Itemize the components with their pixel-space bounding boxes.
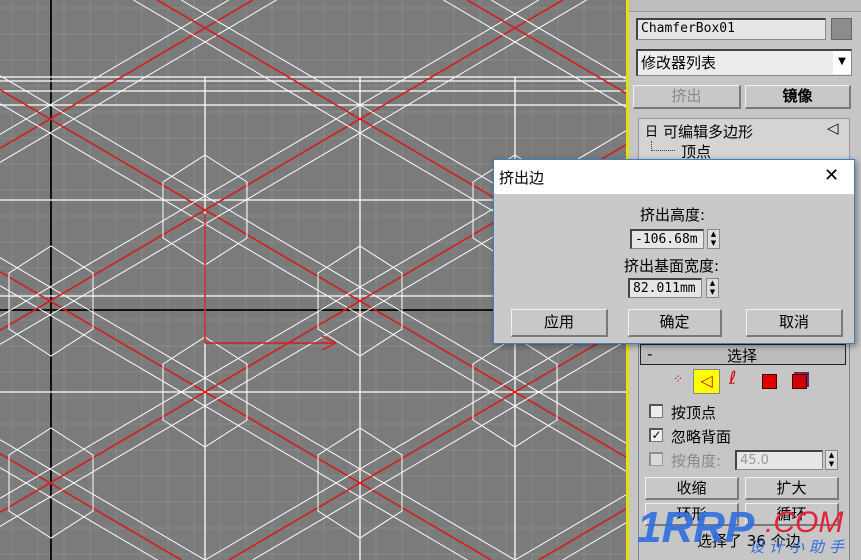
extrude-height-label: 挤出高度:	[640, 206, 706, 224]
stack-item-editable-poly[interactable]: 可编辑多边形	[663, 121, 753, 142]
by-angle-checkbox[interactable]	[649, 452, 663, 466]
extrude-button[interactable]: 挤出	[633, 85, 741, 109]
wire-edge	[204, 312, 626, 560]
extrude-width-spinner[interactable]: ▲ ▼	[706, 278, 719, 298]
selection-status: 选择了 36 个边	[697, 532, 801, 550]
rollout-title: 选择	[727, 347, 758, 365]
extrude-height-field[interactable]: -106.68m	[630, 229, 704, 249]
shrink-button[interactable]: 收缩	[645, 477, 739, 500]
selected-edge	[0, 0, 564, 332]
collapse-sign: -	[647, 345, 653, 363]
angle-field[interactable]: 45.0	[735, 450, 823, 470]
selected-edge	[466, 0, 626, 94]
extrude-width-label: 挤出基面宽度:	[624, 257, 720, 275]
by-angle-label: 按角度:	[671, 452, 722, 470]
object-color-swatch[interactable]	[831, 18, 852, 40]
ok-button[interactable]: 确定	[628, 309, 722, 337]
element-level-icon[interactable]	[792, 374, 807, 389]
angle-spinner[interactable]: ▲ ▼	[825, 450, 838, 470]
by-vertex-checkbox[interactable]	[649, 404, 663, 418]
by-vertex-label: 按顶点	[671, 404, 717, 422]
cancel-button[interactable]: 取消	[746, 309, 843, 337]
edge-level-icon[interactable]: ◁	[693, 369, 720, 394]
border-level-icon[interactable]: ℓ	[729, 368, 736, 389]
ring-button[interactable]: 环形	[645, 503, 739, 526]
panel-tabs[interactable]	[629, 0, 861, 12]
selected-edge	[228, 326, 626, 560]
grow-button[interactable]: 扩大	[745, 477, 839, 500]
collapse-icon[interactable]: 日	[645, 121, 658, 140]
selection-rollout-header[interactable]: - 选择	[640, 344, 846, 365]
polygon-level-icon[interactable]	[762, 374, 777, 389]
apply-button[interactable]: 应用	[511, 309, 608, 337]
wire-edge	[0, 467, 158, 560]
selected-edge	[0, 452, 182, 560]
mirror-button[interactable]: 镜像	[745, 85, 851, 109]
wire-edge	[0, 285, 468, 560]
dialog-title: 挤出边	[499, 169, 545, 187]
ignore-backfacing-label: 忽略背面	[671, 428, 732, 446]
object-name-field[interactable]: ChamferBox01	[636, 18, 826, 40]
extrude-edges-dialog: 挤出边 ✕ 挤出高度: -106.68m ▲ ▼ 挤出基面宽度: 82.011mm…	[493, 159, 855, 344]
selected-edge	[538, 508, 626, 560]
edge-level-icon: ◁	[827, 119, 839, 137]
dialog-title-bar[interactable]: 挤出边 ✕	[494, 160, 854, 194]
close-icon[interactable]: ✕	[824, 165, 839, 186]
chevron-down-icon: ▼	[833, 51, 851, 74]
modifier-list-label: 修改器列表	[641, 54, 717, 72]
extrude-height-spinner[interactable]: ▲ ▼	[707, 229, 720, 249]
loop-button[interactable]: 循环	[745, 503, 839, 526]
wire-edge	[0, 0, 230, 135]
wire-edge	[0, 0, 540, 317]
wire-edge	[0, 439, 206, 560]
ignore-backfacing-checkbox[interactable]: ✓	[649, 428, 663, 442]
wire-edge	[0, 257, 516, 560]
vertex-level-icon[interactable]: ⁘	[673, 372, 684, 386]
tree-connector	[651, 141, 675, 151]
modifier-list-dropdown[interactable]: 修改器列表 ▼	[636, 49, 852, 76]
extrude-width-field[interactable]: 82.011mm	[628, 278, 702, 298]
